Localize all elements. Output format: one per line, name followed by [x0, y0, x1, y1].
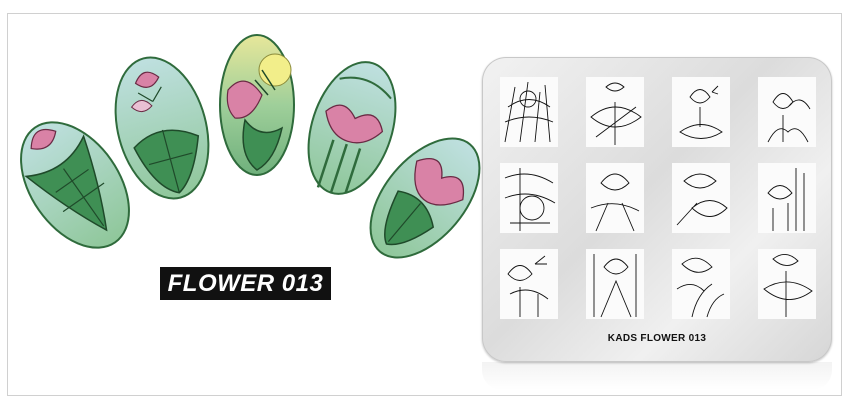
nail-3	[219, 34, 295, 176]
plate-caption: KADS FLOWER 013	[607, 333, 707, 344]
plate-design-10	[586, 249, 644, 319]
plate-design-7	[672, 163, 730, 233]
product-label: FLOWER 013	[160, 267, 331, 300]
plate-design-1	[500, 77, 558, 147]
product-label-text: FLOWER 013	[167, 269, 324, 297]
plate-design-2	[586, 77, 644, 147]
plate-design-8	[758, 163, 816, 233]
plate-design-4	[758, 77, 816, 147]
stamping-plate: KADS FLOWER 013	[482, 57, 832, 362]
plate-design-11	[672, 249, 730, 319]
plate-design-6	[586, 163, 644, 233]
plate-design-12	[758, 249, 816, 319]
plate-design-9	[500, 249, 558, 319]
plate-reflection	[482, 362, 832, 390]
plate-design-5	[500, 163, 558, 233]
plate-design-3	[672, 77, 730, 147]
